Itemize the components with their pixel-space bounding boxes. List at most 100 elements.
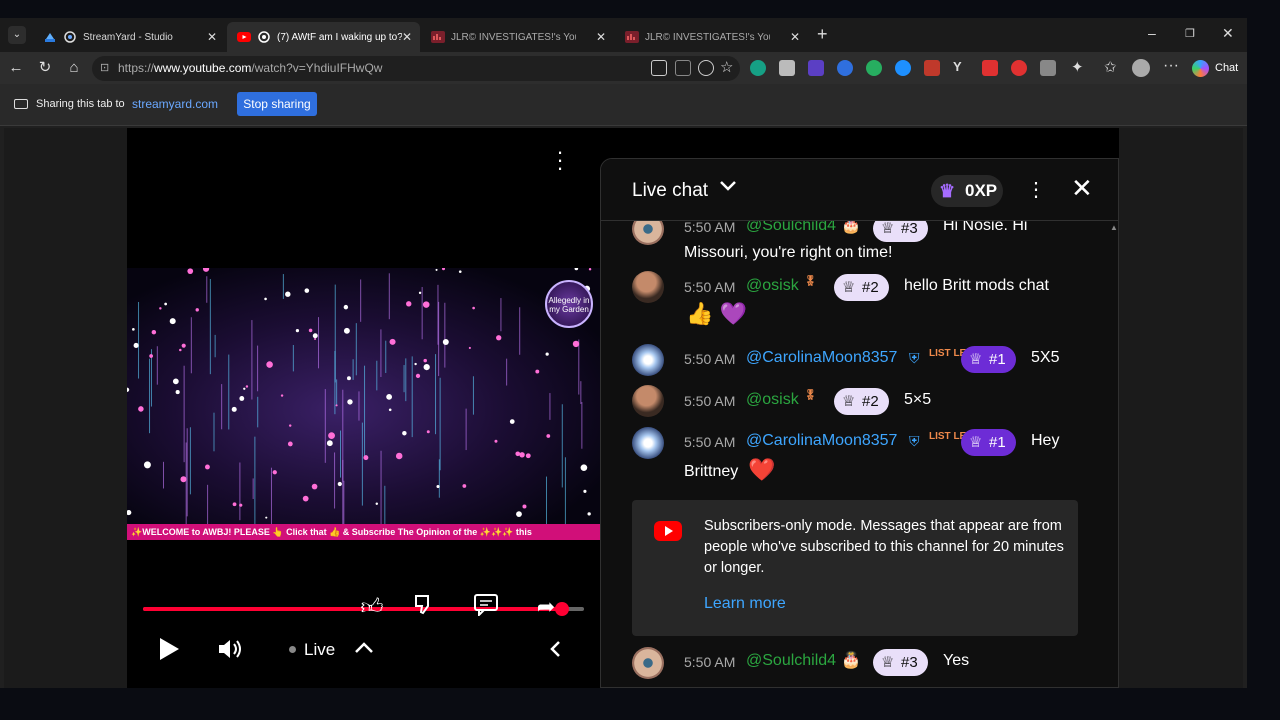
- sparkle-dot: [287, 441, 293, 447]
- sparkle-dot: [245, 385, 249, 388]
- close-tab-icon[interactable]: ✕: [596, 30, 606, 44]
- message-author[interactable]: @CarolinaMoon8357: [746, 432, 897, 450]
- close-chat-icon[interactable]: ✕: [1071, 173, 1093, 204]
- tab-actions-icon[interactable]: ⌄: [8, 26, 26, 44]
- rank-badge: ♕ #1: [961, 346, 1016, 373]
- close-tab-icon[interactable]: ✕: [207, 30, 217, 44]
- message-author[interactable]: @Soulchild4: [746, 652, 836, 670]
- volume-icon[interactable]: [217, 638, 243, 665]
- chat-title[interactable]: Live chat: [632, 180, 708, 202]
- extension-leaf-icon[interactable]: [866, 60, 882, 76]
- close-tab-icon[interactable]: ✕: [402, 30, 412, 44]
- chevron-up-icon[interactable]: [354, 640, 374, 659]
- avatar[interactable]: [632, 385, 664, 417]
- site-info-icon[interactable]: ⊡: [100, 56, 109, 81]
- comments-icon[interactable]: [471, 592, 501, 622]
- avatar[interactable]: [632, 427, 664, 459]
- copilot-chat-label[interactable]: Chat: [1215, 62, 1238, 74]
- notice-text: Subscribers-only mode. Messages that app…: [704, 518, 1064, 576]
- tab-title: StreamYard - Studio: [83, 31, 173, 43]
- message-author[interactable]: @osisk: [746, 391, 799, 409]
- share-icon[interactable]: ➦: [531, 592, 561, 622]
- restore-icon[interactable]: ❐: [1185, 27, 1195, 40]
- stop-sharing-button[interactable]: Stop sharing: [237, 92, 317, 116]
- extension-red-icon[interactable]: [924, 60, 940, 76]
- sharing-target-link[interactable]: streamyard.com: [132, 97, 218, 111]
- extension-c-icon[interactable]: [1040, 60, 1056, 76]
- subscribers-only-notice: Subscribers-only mode. Messages that app…: [632, 500, 1078, 636]
- chat-more-icon[interactable]: ⋮: [1026, 177, 1046, 202]
- chevron-down-icon[interactable]: [719, 179, 737, 197]
- video-stage: · · · Allegedly in my Garden ✨WELCOME to A…: [127, 128, 1119, 688]
- message-text: Missouri, you're right on time!: [684, 244, 893, 261]
- sparkle-dot: [295, 329, 300, 333]
- extension-play-icon[interactable]: [982, 60, 998, 76]
- extensions-puzzle-icon[interactable]: ✦: [1071, 58, 1084, 76]
- sparkle-dot: [280, 394, 284, 397]
- extension-blue-icon[interactable]: [837, 60, 853, 76]
- like-icon[interactable]: 👍︎: [357, 592, 387, 622]
- refresh-icon[interactable]: ↻: [34, 58, 56, 78]
- extension-purple-icon[interactable]: [808, 60, 824, 76]
- sparkle-dot: [179, 348, 182, 352]
- copilot-icon[interactable]: [1192, 60, 1209, 77]
- tab-bar: ⌄ StreamYard - Studio ✕ (7) AWtF am I wa…: [0, 18, 1247, 52]
- rank-label: #3: [901, 220, 918, 237]
- favorite-star-icon[interactable]: ☆: [720, 58, 733, 76]
- moderator-shield-icon: ⛨: [909, 350, 920, 366]
- rank-label: #2: [862, 279, 879, 296]
- tab-youtube-studio-2[interactable]: JLR© INVESTIGATES!'s YouTube Re ✕: [615, 22, 808, 52]
- close-tab-icon[interactable]: ✕: [790, 30, 800, 44]
- message-time: 5:50 AM: [684, 434, 736, 450]
- extension-green-icon[interactable]: [750, 60, 766, 76]
- back-icon[interactable]: ←: [5, 58, 27, 78]
- sparkle-dot: [422, 301, 430, 308]
- message-author[interactable]: @CarolinaMoon8357: [746, 349, 897, 367]
- play-button[interactable]: [157, 636, 181, 667]
- home-icon[interactable]: ⌂: [63, 58, 85, 78]
- browser-toolbar: ← ↻ ⌂ ⊡ https://www.youtube.com/watch?v=…: [0, 52, 1247, 84]
- sparkle-dot: [414, 362, 417, 366]
- video-visualizer: [127, 268, 600, 526]
- tab-youtube-studio[interactable]: JLR© INVESTIGATES!'s YouTube Studio ✕: [421, 22, 614, 52]
- live-label[interactable]: Live: [304, 640, 335, 660]
- avatar[interactable]: [632, 344, 664, 376]
- more-options-icon[interactable]: · · ·: [555, 141, 565, 179]
- crown-icon: ♕: [842, 393, 856, 410]
- sparkle-dot: [587, 512, 591, 516]
- tab-title: (7) AWtF am I waking up to??: [277, 31, 402, 43]
- extension-record-icon[interactable]: [1011, 60, 1027, 76]
- address-bar[interactable]: ⊡ https://www.youtube.com/watch?v=YhdiuI…: [92, 56, 740, 81]
- sparkle-dot: [172, 378, 179, 385]
- close-window-icon[interactable]: ✕: [1222, 25, 1234, 42]
- sparkle-dot: [442, 268, 446, 271]
- sparkle-dot: [519, 452, 525, 458]
- translate-icon[interactable]: [651, 60, 667, 76]
- extension-y-icon[interactable]: Y: [953, 59, 962, 74]
- sparkle-dot: [515, 451, 521, 457]
- dislike-icon[interactable]: [409, 592, 439, 622]
- extension-cloud-icon[interactable]: [895, 60, 911, 76]
- avatar[interactable]: [632, 271, 664, 303]
- chevron-left-icon[interactable]: [549, 640, 561, 663]
- sparkle-dot: [149, 354, 153, 358]
- sparkle-dot: [402, 431, 407, 436]
- message-author[interactable]: @osisk: [746, 277, 799, 295]
- xp-badge[interactable]: ♛ 0XP: [931, 175, 1003, 207]
- tab-youtube-active[interactable]: (7) AWtF am I waking up to?? ✕: [227, 22, 420, 52]
- app-available-icon[interactable]: [675, 60, 691, 76]
- new-tab-icon[interactable]: +: [817, 24, 828, 45]
- profile-avatar[interactable]: [1132, 59, 1150, 77]
- video-player[interactable]: · · · Allegedly in my Garden ✨WELCOME to A…: [127, 128, 600, 688]
- minimize-icon[interactable]: –: [1148, 25, 1156, 41]
- sparkle-dot: [151, 329, 157, 335]
- favorites-icon[interactable]: ✩: [1104, 58, 1117, 76]
- more-menu-icon[interactable]: ···: [1163, 57, 1179, 75]
- sparkle-dot: [272, 470, 277, 475]
- learn-more-link[interactable]: Learn more: [704, 595, 786, 613]
- extension-gray-icon[interactable]: [779, 60, 795, 76]
- sparkle-dot: [175, 390, 180, 395]
- zoom-icon[interactable]: [698, 60, 714, 76]
- tab-streamyard[interactable]: StreamYard - Studio ✕: [33, 22, 225, 52]
- avatar[interactable]: [632, 647, 664, 679]
